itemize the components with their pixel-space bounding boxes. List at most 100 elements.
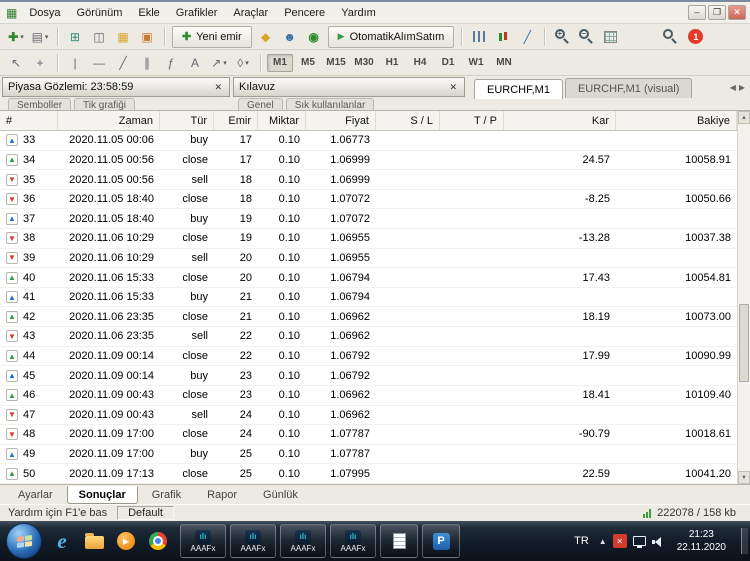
table-row[interactable]: ▼ 39 2020.11.06 10:29 sell 20 0.10 1.06955 <box>0 248 737 269</box>
vertical-scrollbar[interactable]: ▲ ▼ <box>737 111 750 484</box>
table-row[interactable]: ▲ 46 2020.11.09 00:43 close 23 0.10 1.06962 18.… <box>0 385 737 406</box>
new-chart-button[interactable]: ✚ ▾ <box>5 26 27 48</box>
timeframe-M30[interactable]: M30 <box>351 54 377 72</box>
timeframe-M15[interactable]: M15 <box>323 54 349 72</box>
table-row[interactable]: ▼ 47 2020.11.09 00:43 sell 24 0.10 1.06962 <box>0 405 737 426</box>
menu-item-5[interactable]: Pencere <box>276 5 333 21</box>
show-desktop-button[interactable] <box>741 528 748 554</box>
shapes-button[interactable]: ◊ ▾ <box>232 52 254 74</box>
tab-scroll-left-icon[interactable]: ◀ <box>730 83 736 92</box>
tile-windows-button[interactable] <box>599 26 621 48</box>
table-row[interactable]: ▼ 48 2020.11.09 17:00 close 24 0.10 1.07787 -90… <box>0 425 737 445</box>
cursor-button[interactable]: ↖ <box>5 52 27 74</box>
language-indicator[interactable]: TR <box>570 535 593 547</box>
profiles-button[interactable]: ▤ ▾ <box>29 26 51 48</box>
table-row[interactable]: ▼ 36 2020.11.05 18:40 close 18 0.10 1.07072 -8.… <box>0 189 737 210</box>
table-row[interactable]: ▲ 33 2020.11.05 00:06 buy 17 0.10 1.06773 <box>0 131 737 151</box>
column-header-1[interactable]: Zaman <box>58 111 160 130</box>
zoom-in-button[interactable]: + <box>551 26 573 48</box>
menu-item-2[interactable]: Ekle <box>130 5 167 21</box>
market-watch-button[interactable]: ⊞ <box>64 26 86 48</box>
navigator-tab-1[interactable]: Sık kullanılanlar <box>285 98 375 110</box>
autotrading-button[interactable]: ▶ OtomatikAlımSatım <box>327 25 455 48</box>
market-watch-tab-0[interactable]: Semboller <box>8 98 72 110</box>
scrollbar-track[interactable] <box>738 124 750 471</box>
market-watch-close-icon[interactable]: ✕ <box>212 82 224 93</box>
chrome-icon[interactable] <box>143 524 173 558</box>
scroll-up-icon[interactable]: ▲ <box>738 111 750 124</box>
market-watch-panel-header[interactable]: Piyasa Gözlemi: 23:58:59 ✕ <box>2 77 230 97</box>
volume-icon[interactable] <box>651 536 665 547</box>
trendline-button[interactable]: ╱ <box>112 52 134 74</box>
notepad-taskbar-item[interactable] <box>380 524 418 558</box>
community-button[interactable]: ☻ <box>279 26 301 48</box>
close-button[interactable]: ✕ <box>728 5 746 20</box>
explorer-folder-icon[interactable] <box>79 524 109 558</box>
timeframe-H4[interactable]: H4 <box>407 54 433 72</box>
timeframe-MN[interactable]: MN <box>491 54 517 72</box>
navigator-tab-0[interactable]: Genel <box>238 98 283 110</box>
bottom-tab-2[interactable]: Grafik <box>140 486 193 504</box>
vertical-line-button[interactable]: | <box>64 52 86 74</box>
taskbar-app-3[interactable]: ılı AAAFx <box>330 524 376 558</box>
chart-line-button[interactable]: ╱ <box>516 26 538 48</box>
column-header-5[interactable]: Fiyat <box>306 111 376 130</box>
timeframe-D1[interactable]: D1 <box>435 54 461 72</box>
timeframe-M1[interactable]: M1 <box>267 53 293 72</box>
zoom-out-button[interactable]: – <box>575 26 597 48</box>
timeframe-M5[interactable]: M5 <box>295 54 321 72</box>
navigator-close-icon[interactable]: ✕ <box>447 82 459 93</box>
menu-item-6[interactable]: Yardım <box>333 5 384 21</box>
chart-tab-0[interactable]: EURCHF,M1 <box>474 79 563 99</box>
metaeditor-button[interactable]: ◆ <box>255 26 277 48</box>
chart-bars-button[interactable] <box>468 26 490 48</box>
bottom-tab-1[interactable]: Sonuçlar <box>66 485 138 504</box>
chart-candles-button[interactable] <box>492 26 514 48</box>
market-watch-tab-1[interactable]: Tik grafiği <box>74 98 136 110</box>
bottom-tab-0[interactable]: Ayarlar <box>6 486 65 504</box>
network-icon[interactable] <box>632 536 646 548</box>
new-order-button[interactable]: ✚ Yeni emir <box>172 25 252 48</box>
bottom-tab-4[interactable]: Günlük <box>251 486 310 504</box>
menu-item-3[interactable]: Grafikler <box>168 5 226 21</box>
taskbar-app-0[interactable]: ılı AAAFx <box>180 524 226 558</box>
navigator-button[interactable]: ▦ <box>112 26 134 48</box>
scrollbar-thumb[interactable] <box>739 304 749 383</box>
chart-tab-1[interactable]: EURCHF,M1 (visual) <box>564 78 693 98</box>
data-window-button[interactable]: ◫ <box>88 26 110 48</box>
alert-tray-icon[interactable]: ✕ <box>612 534 627 548</box>
table-row[interactable]: ▼ 43 2020.11.06 23:35 sell 22 0.10 1.06962 <box>0 327 737 347</box>
column-header-2[interactable]: Tür <box>160 111 214 130</box>
internet-explorer-icon[interactable]: e <box>47 524 77 558</box>
clock[interactable]: 21:23 22.11.2020 <box>671 528 732 554</box>
crosshair-button[interactable]: + <box>29 52 51 74</box>
table-row[interactable]: ▲ 49 2020.11.09 17:00 buy 25 0.10 1.07787 <box>0 444 737 465</box>
column-header-6[interactable]: S / L <box>376 111 440 130</box>
tab-scroll-right-icon[interactable]: ▶ <box>739 83 745 92</box>
arrows-tool-button[interactable]: ↗ ▾ <box>208 52 230 74</box>
table-row[interactable]: ▲ 37 2020.11.05 18:40 buy 19 0.10 1.07072 <box>0 209 737 230</box>
alert-badge[interactable]: 1 <box>688 29 704 44</box>
table-row[interactable]: ▲ 45 2020.11.09 00:14 buy 23 0.10 1.06792 <box>0 366 737 386</box>
media-player-icon[interactable]: ▶ <box>111 524 141 558</box>
table-row[interactable]: ▲ 34 2020.11.05 00:56 close 17 0.10 1.06999 24.… <box>0 150 737 171</box>
table-row[interactable]: ▲ 44 2020.11.09 00:14 close 22 0.10 1.06792 17.… <box>0 346 737 367</box>
table-row[interactable]: ▲ 41 2020.11.06 15:33 buy 21 0.10 1.06794 <box>0 287 737 308</box>
tray-expand-icon[interactable]: ▲ <box>599 537 607 546</box>
bottom-tab-3[interactable]: Rapor <box>195 486 249 504</box>
scroll-down-icon[interactable]: ▼ <box>738 471 750 484</box>
menu-item-4[interactable]: Araçlar <box>225 5 276 21</box>
menu-item-1[interactable]: Görünüm <box>69 5 131 21</box>
timeframe-H1[interactable]: H1 <box>379 54 405 72</box>
column-header-9[interactable]: Bakiye <box>616 111 737 130</box>
profile-selector[interactable]: Default <box>117 506 174 520</box>
column-header-0[interactable]: # <box>0 111 58 130</box>
start-button[interactable] <box>6 523 42 559</box>
find-symbol-button[interactable] <box>659 26 681 48</box>
table-row[interactable]: ▼ 38 2020.11.06 10:29 close 19 0.10 1.06955 -13… <box>0 229 737 249</box>
channel-button[interactable]: ∥ <box>136 52 158 74</box>
taskbar-app-1[interactable]: ılı AAAFx <box>230 524 276 558</box>
program-taskbar-item[interactable]: P <box>422 524 460 558</box>
timeframe-W1[interactable]: W1 <box>463 54 489 72</box>
taskbar-app-2[interactable]: ılı AAAFx <box>280 524 326 558</box>
